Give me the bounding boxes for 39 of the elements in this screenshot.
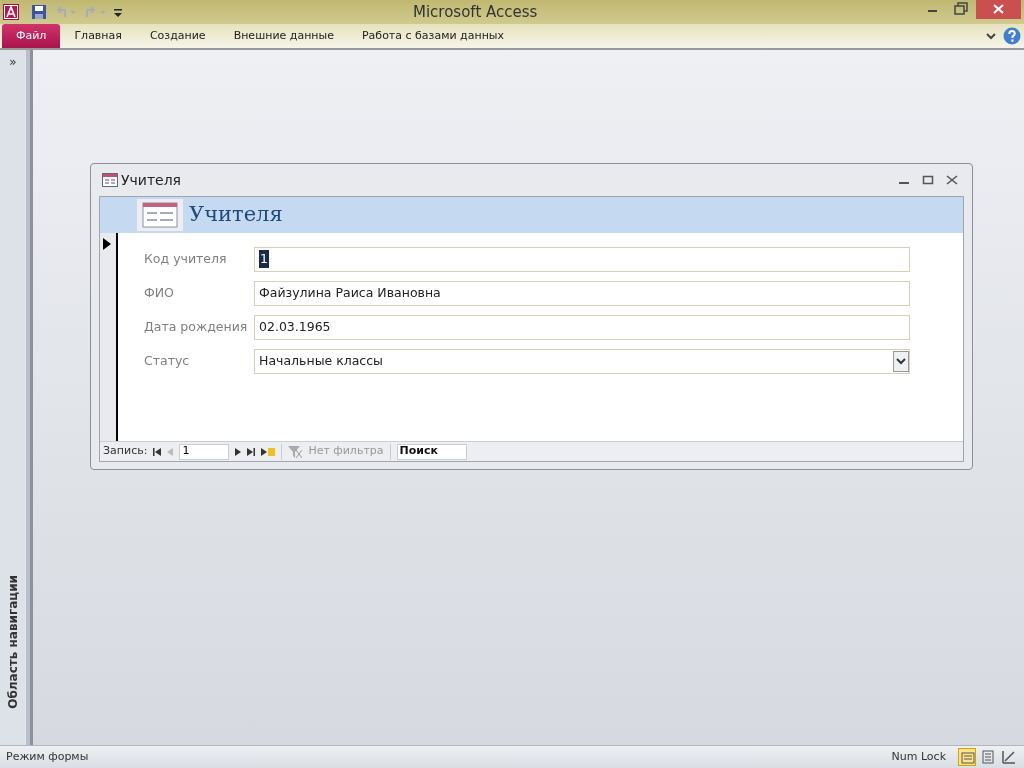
expand-navigation-button[interactable]: »: [9, 53, 17, 71]
num-lock-indicator: Num Lock: [891, 748, 946, 765]
form-icon: [102, 173, 118, 187]
record-number-field[interactable]: 1: [179, 443, 230, 460]
search-field[interactable]: Поиск: [396, 443, 467, 460]
input-field[interactable]: 1: [254, 246, 910, 272]
new-record-icon[interactable]: [261, 447, 276, 456]
form-header-title: Учителя: [189, 201, 283, 229]
ribbon-tab[interactable]: Создание: [135, 24, 220, 48]
navigation-pane-label[interactable]: Область навигации: [4, 575, 22, 709]
ribbon-tab[interactable]: Работа с базами данных: [348, 24, 519, 48]
first-record-icon[interactable]: [153, 447, 162, 456]
last-record-icon[interactable]: [247, 447, 256, 456]
close-icon[interactable]: [946, 175, 958, 185]
app-logo-icon[interactable]: [3, 4, 19, 20]
filter-icon: [288, 445, 303, 458]
input-field[interactable]: Файзулина Раиса Ивановна: [254, 280, 910, 306]
field-label: ФИО: [144, 283, 175, 302]
ribbon-tab[interactable]: Главная: [60, 24, 136, 48]
field-label: Код учителя: [144, 249, 228, 268]
collapse-ribbon-icon[interactable]: [985, 31, 997, 41]
design-view-icon[interactable]: [1000, 748, 1018, 766]
record-label: Запись:: [103, 443, 148, 460]
close-icon[interactable]: [976, 0, 1021, 19]
current-record-icon: [103, 238, 111, 250]
ribbon-tab[interactable]: Внешние данные: [219, 24, 348, 48]
view-mode-label: Режим формы: [6, 748, 89, 765]
field-label: Дата рождения: [144, 317, 249, 336]
input-field[interactable]: 02.03.1965: [254, 314, 910, 340]
file-tab[interactable]: Файл: [2, 24, 61, 48]
next-record-icon[interactable]: [235, 447, 242, 456]
help-icon[interactable]: [1003, 27, 1021, 45]
window-title: Microsoft Access: [413, 1, 538, 23]
field-label: Статус: [144, 351, 191, 370]
combo-box[interactable]: Начальные классы: [254, 348, 910, 374]
save-icon[interactable]: [31, 4, 47, 20]
restore-icon[interactable]: [922, 175, 934, 185]
form-window-title: Учителя: [121, 170, 182, 190]
form-icon: [137, 199, 183, 231]
